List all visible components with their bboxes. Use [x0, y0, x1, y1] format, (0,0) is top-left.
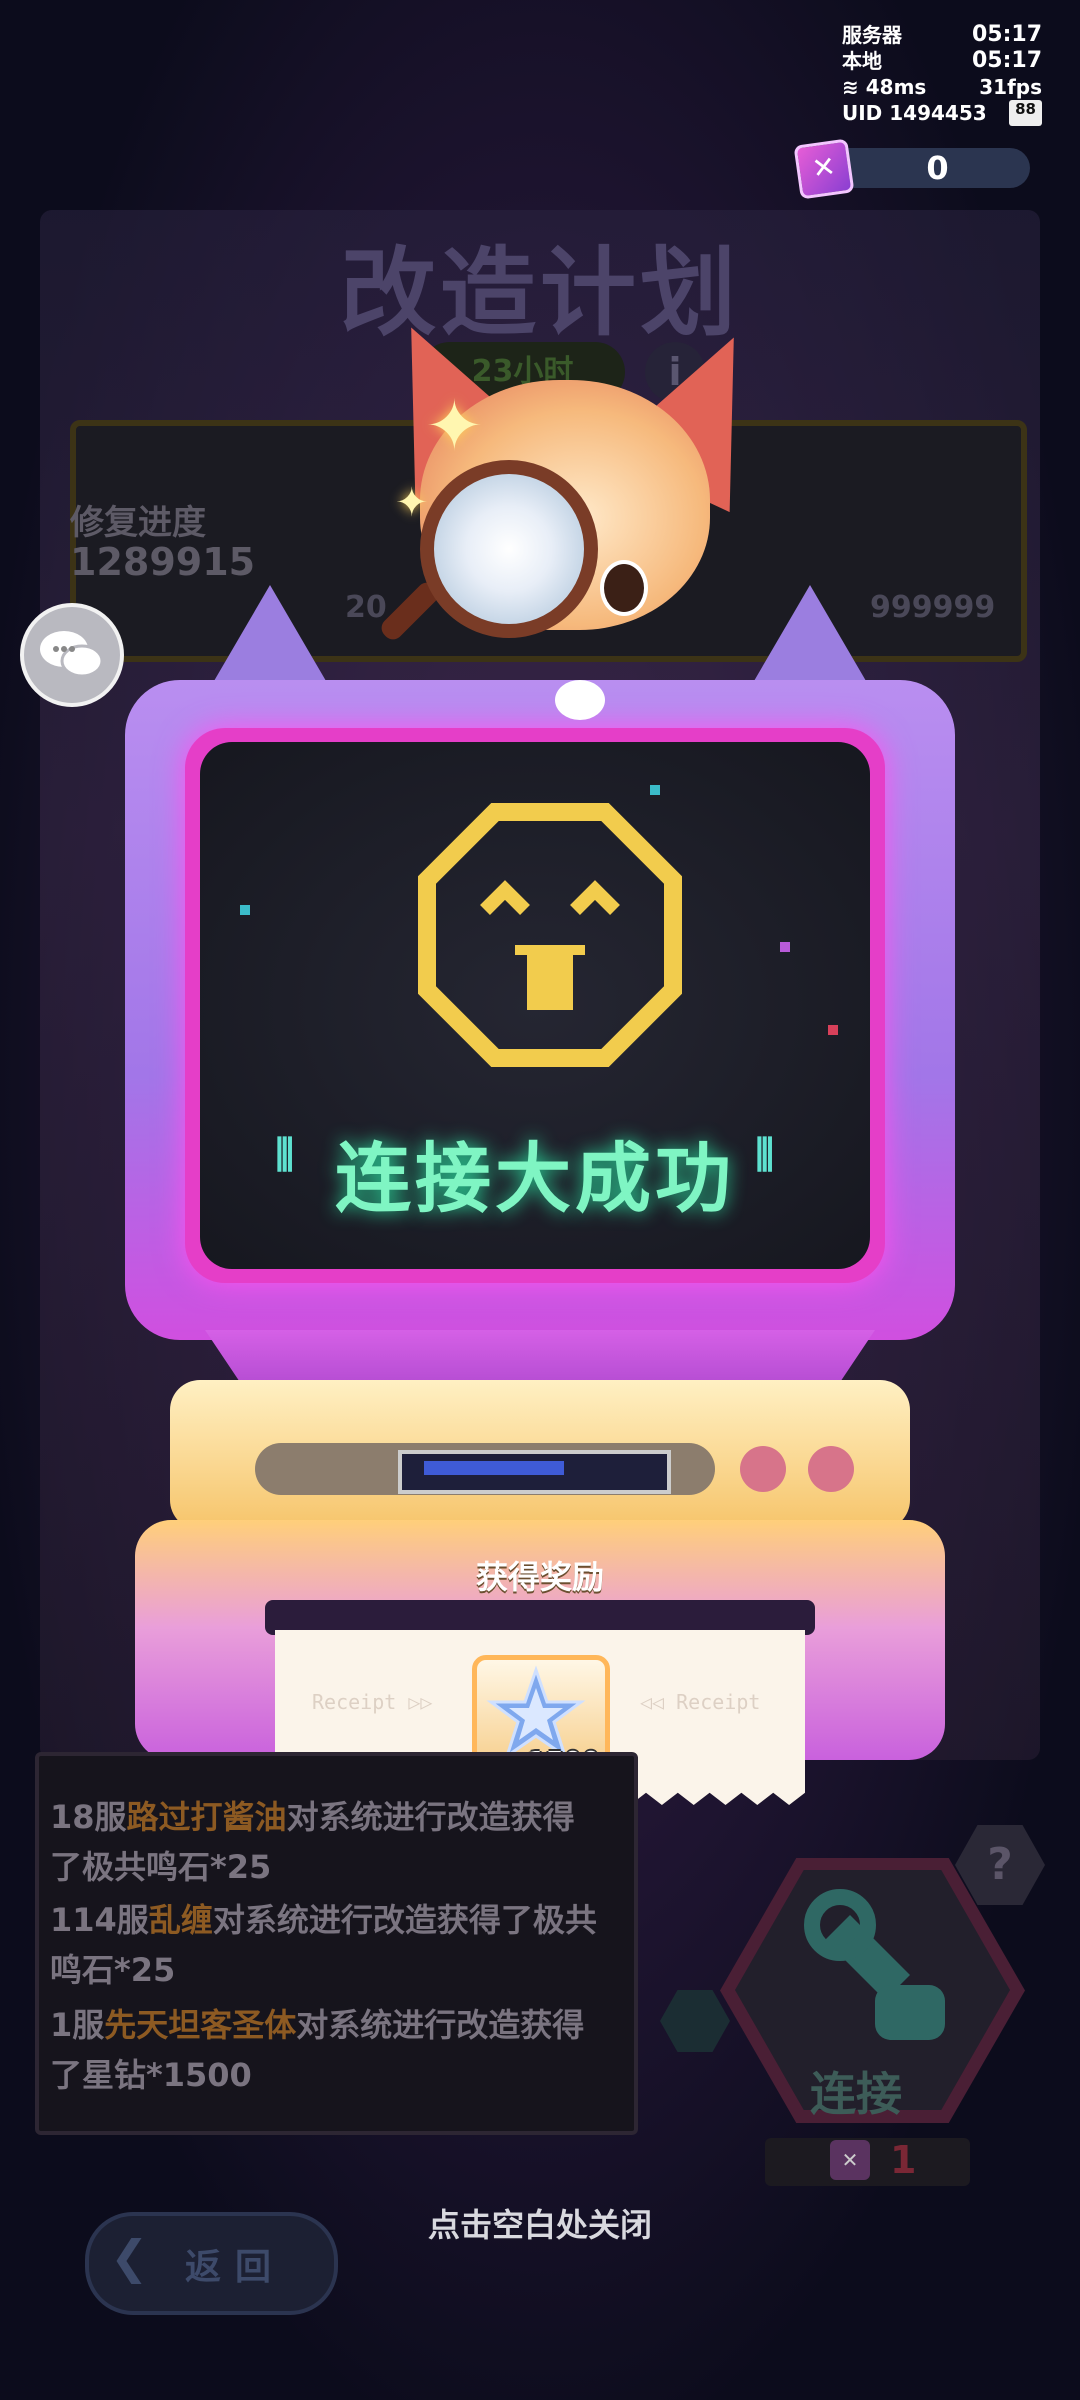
sparkle-icon: ✦ [395, 480, 429, 526]
ping: 48ms [865, 75, 927, 99]
battery-icon: 88 [1009, 100, 1042, 126]
connection-success-text: 连接大成功 [335, 1134, 735, 1223]
pixel-dot [240, 905, 250, 915]
event-title: 改造计划 [340, 237, 740, 349]
uid: UID 1494453 [842, 101, 987, 125]
sparkle-icon: ✦ [425, 385, 484, 467]
chat-icon [40, 631, 104, 678]
connect-cost-value: 1 [890, 2138, 917, 2182]
pixel-dot [650, 785, 660, 795]
milestone-right: 999999 [870, 590, 996, 625]
wifi-icon: ≋ [842, 75, 859, 99]
log-line: 18服路过打酱油对系统进行改造获得 [50, 1798, 575, 1836]
currency-counter: ✕ 0 [793, 138, 1030, 200]
progress-value: 1289915 [70, 540, 256, 584]
log-line: 鸣石*25 [50, 1951, 176, 1989]
console-bar [398, 1450, 671, 1494]
log-line: 了星钻*1500 [50, 2056, 252, 2094]
progress-label: 修复进度 [70, 503, 206, 543]
reward-title: 获得奖励 [475, 1558, 604, 1596]
server-label: 服务器 [842, 23, 902, 47]
gem-icon: ✕ [830, 2140, 870, 2180]
connect-label: 连接 [810, 2067, 902, 2121]
currency-value: 0 [926, 149, 949, 187]
mascot-paw [555, 680, 605, 720]
receipt-text-right: ◁◁ Receipt [640, 1690, 761, 1714]
log-line: 1服先天坦客圣体对系统进行改造获得 [50, 2006, 585, 2044]
receipt-text-left: Receipt ▷▷ [312, 1690, 433, 1714]
milestone-left: 20 [345, 590, 387, 625]
fps: 31fps [979, 75, 1042, 99]
pixel-dot [780, 942, 790, 952]
console-button [808, 1446, 854, 1492]
close-hint[interactable]: 点击空白处关闭 [0, 2200, 1080, 2246]
log-line: 114服乱缠对系统进行改造获得了极共 [50, 1901, 597, 1939]
log-line: 了极共鸣石*25 [50, 1848, 272, 1886]
chat-button[interactable] [20, 603, 124, 707]
status-hud: 服务器 05:17 本地 05:17 ≋ 48ms 31fps UID 1494… [842, 22, 1042, 126]
local-label: 本地 [842, 49, 882, 73]
server-time: 05:17 [971, 22, 1042, 47]
pixel-dot [828, 1025, 838, 1035]
mascot-eye [600, 560, 648, 616]
receipt-slot [265, 1600, 815, 1635]
local-time: 05:17 [971, 48, 1042, 73]
magnifier-icon [420, 460, 598, 638]
pixel-face-icon [418, 803, 682, 1067]
console-button [740, 1446, 786, 1492]
